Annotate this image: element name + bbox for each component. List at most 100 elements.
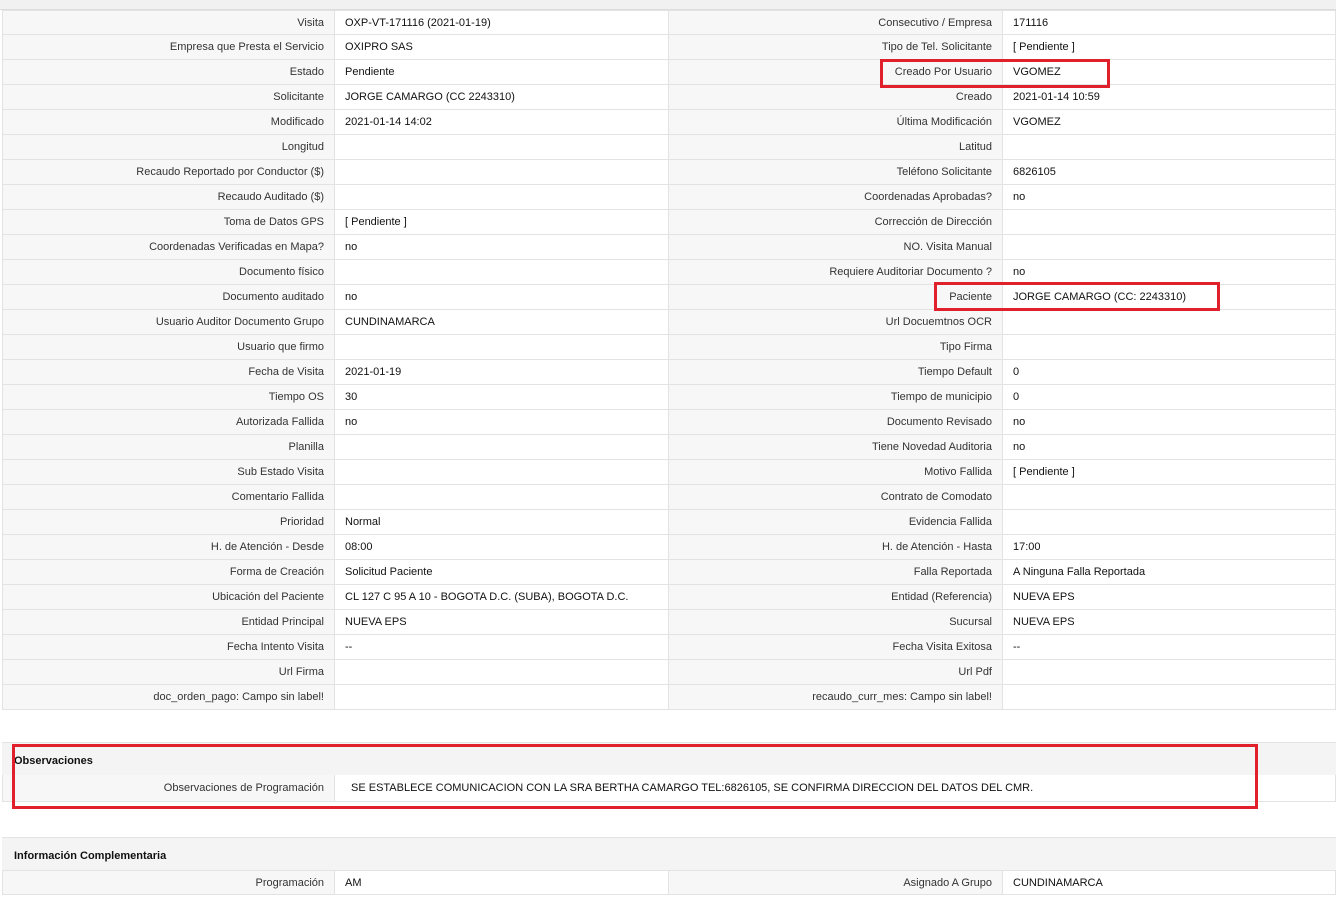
field-label: Documento físico	[2, 260, 335, 285]
field-label: Entidad (Referencia)	[669, 585, 1003, 610]
complementaria-grid: Programación AM Asignado A Grupo CUNDINAMAR…	[2, 870, 1336, 895]
field-value: [ Pendiente ]	[1003, 460, 1336, 485]
field-label: Motivo Fallida	[669, 460, 1003, 485]
field-label: Creado Por Usuario	[669, 60, 1003, 85]
field-label: Url Firma	[2, 660, 335, 685]
field-value: no	[335, 410, 669, 435]
field-label: Recaudo Reportado por Conductor ($)	[2, 160, 335, 185]
field-label: Visita	[2, 10, 335, 35]
field-label: Latitud	[669, 135, 1003, 160]
field-label: Modificado	[2, 110, 335, 135]
field-value: OXP-VT-171116 (2021-01-19)	[335, 10, 669, 35]
field-label: recaudo_curr_mes: Campo sin label!	[669, 685, 1003, 710]
field-value: NUEVA EPS	[1003, 585, 1336, 610]
field-label: Tiene Novedad Auditoria	[669, 435, 1003, 460]
field-value: JORGE CAMARGO (CC: 2243310)	[1003, 285, 1336, 310]
detail-row: Usuario que firmo Tipo Firma	[2, 335, 1336, 360]
detail-row: Solicitante JORGE CAMARGO (CC 2243310) Cre…	[2, 85, 1336, 110]
field-value: 30	[335, 385, 669, 410]
detail-row: Entidad Principal NUEVA EPS Sucursal NUEVA …	[2, 610, 1336, 635]
detail-row: H. de Atención - Desde 08:00 H. de Atenció…	[2, 535, 1336, 560]
detail-row: Comentario Fallida Contrato de Comodato	[2, 485, 1336, 510]
field-value: no	[1003, 410, 1336, 435]
field-value	[335, 260, 669, 285]
field-value	[335, 160, 669, 185]
detail-row: Empresa que Presta el Servicio OXIPRO SAS…	[2, 35, 1336, 60]
field-value	[335, 660, 669, 685]
field-value: AM	[335, 870, 669, 895]
detail-row: Url Firma Url Pdf	[2, 660, 1336, 685]
detail-row: Documento auditado no Paciente JORGE CAMAR…	[2, 285, 1336, 310]
field-value: OXIPRO SAS	[335, 35, 669, 60]
field-value: SE ESTABLECE COMUNICACION CON LA SRA BER…	[335, 775, 1336, 802]
field-label: Falla Reportada	[669, 560, 1003, 585]
field-value: VGOMEZ	[1003, 60, 1336, 85]
field-label: Documento Revisado	[669, 410, 1003, 435]
field-label: Comentario Fallida	[2, 485, 335, 510]
field-value: NUEVA EPS	[335, 610, 669, 635]
field-label: Forma de Creación	[2, 560, 335, 585]
detail-row: Ubicación del Paciente CL 127 C 95 A 10 -…	[2, 585, 1336, 610]
field-value: 0	[1003, 360, 1336, 385]
field-value: 0	[1003, 385, 1336, 410]
field-value: 2021-01-14 10:59	[1003, 85, 1336, 110]
field-value	[335, 185, 669, 210]
field-label: Asignado A Grupo	[669, 870, 1003, 895]
field-value: [ Pendiente ]	[1003, 35, 1336, 60]
detail-row: Estado Pendiente Creado Por Usuario VGOMEZ	[2, 60, 1336, 85]
field-label: Corrección de Dirección	[669, 210, 1003, 235]
detail-row: Forma de Creación Solicitud Paciente Falla…	[2, 560, 1336, 585]
field-value: --	[335, 635, 669, 660]
field-label: Programación	[2, 870, 335, 895]
field-label: NO. Visita Manual	[669, 235, 1003, 260]
field-label: Planilla	[2, 435, 335, 460]
field-value: no	[1003, 260, 1336, 285]
top-bar	[0, 0, 1336, 10]
field-value: 17:00	[1003, 535, 1336, 560]
field-label: Fecha de Visita	[2, 360, 335, 385]
detail-row: Autorizada Fallida no Documento Revisado …	[2, 410, 1336, 435]
field-label: doc_orden_pago: Campo sin label!	[2, 685, 335, 710]
field-value	[1003, 135, 1336, 160]
field-value	[1003, 510, 1336, 535]
field-value	[1003, 685, 1336, 710]
field-label: Fecha Intento Visita	[2, 635, 335, 660]
field-label: Toma de Datos GPS	[2, 210, 335, 235]
field-value	[335, 485, 669, 510]
field-label: Teléfono Solicitante	[669, 160, 1003, 185]
field-label: Ubicación del Paciente	[2, 585, 335, 610]
field-value: no	[335, 285, 669, 310]
field-label: Sucursal	[669, 610, 1003, 635]
field-label: Entidad Principal	[2, 610, 335, 635]
field-value: CUNDINAMARCA	[1003, 870, 1336, 895]
detail-row: Longitud Latitud	[2, 135, 1336, 160]
field-label: Fecha Visita Exitosa	[669, 635, 1003, 660]
detail-row: Prioridad Normal Evidencia Fallida	[2, 510, 1336, 535]
detail-row: Recaudo Auditado ($) Coordenadas Aprobada…	[2, 185, 1336, 210]
field-value: --	[1003, 635, 1336, 660]
field-value: CL 127 C 95 A 10 - BOGOTA D.C. (SUBA), B…	[335, 585, 669, 610]
field-value: Solicitud Paciente	[335, 560, 669, 585]
field-label: Recaudo Auditado ($)	[2, 185, 335, 210]
detail-row: Visita OXP-VT-171116 (2021-01-19) Consecut…	[2, 10, 1336, 35]
field-label: Sub Estado Visita	[2, 460, 335, 485]
field-label: Solicitante	[2, 85, 335, 110]
field-value: no	[335, 235, 669, 260]
field-label: Tipo de Tel. Solicitante	[669, 35, 1003, 60]
field-label: Prioridad	[2, 510, 335, 535]
field-label: Consecutivo / Empresa	[669, 10, 1003, 35]
informacion-complementaria-section: Información Complementaria Programación A…	[2, 837, 1336, 895]
field-value	[1003, 235, 1336, 260]
detail-row: Planilla Tiene Novedad Auditoria no	[2, 435, 1336, 460]
detail-row: Recaudo Reportado por Conductor ($) Teléf…	[2, 160, 1336, 185]
field-label: Última Modificación	[669, 110, 1003, 135]
field-label: Url Pdf	[669, 660, 1003, 685]
field-value: [ Pendiente ]	[335, 210, 669, 235]
field-value: VGOMEZ	[1003, 110, 1336, 135]
field-label: H. de Atención - Hasta	[669, 535, 1003, 560]
field-value	[335, 335, 669, 360]
field-label: Estado	[2, 60, 335, 85]
field-value	[335, 460, 669, 485]
field-label: Tiempo de municipio	[669, 385, 1003, 410]
field-label: Tiempo Default	[669, 360, 1003, 385]
